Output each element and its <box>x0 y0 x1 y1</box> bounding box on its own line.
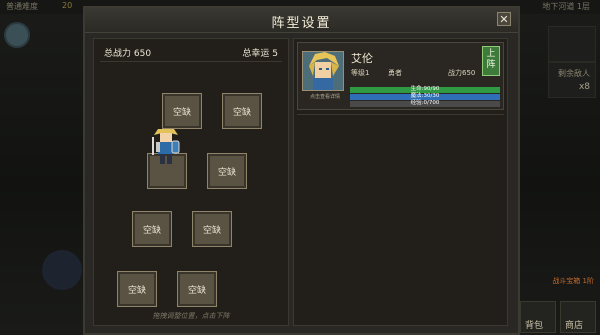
dungeon-floor-label: 地下河道 1层 <box>542 2 590 11</box>
backpack-label: 背包 <box>525 321 544 331</box>
coin-count: 20 <box>62 1 73 10</box>
hero-power: 战力650 <box>448 69 476 77</box>
total-luck-label: 总幸运 5 <box>242 49 278 59</box>
formation-slot[interactable]: 空缺 <box>117 271 157 307</box>
formation-hint: 拖拽调整位置，点击下阵 <box>152 312 230 320</box>
dialog-header: 阵型设置 ✕ <box>85 8 518 33</box>
formation-slot[interactable]: 空缺 <box>192 211 232 247</box>
formation-slot[interactable]: 空缺 <box>207 153 247 189</box>
hero-class: 勇者 <box>388 69 402 77</box>
hero-level: 等级1 <box>351 69 370 77</box>
exp-bar: 经验:0/700 <box>350 100 500 107</box>
formation-dialog: 阵型设置 ✕ 总战力 650 总幸运 5 空缺 空缺 空缺 空缺 空缺 空缺 空… <box>83 6 520 335</box>
battle-chest-label: 战斗宝箱 1阶 <box>552 277 594 285</box>
hero-name: 艾伦 <box>351 52 373 65</box>
formation-panel: 总战力 650 总幸运 5 空缺 空缺 空缺 空缺 空缺 空缺 空缺 拖拽调整位… <box>93 38 289 326</box>
divider <box>100 61 282 62</box>
mp-text: 魔法:30/30 <box>410 93 440 99</box>
difficulty-label: 普通难度 <box>6 2 38 11</box>
hero-sprite-icon[interactable] <box>148 125 184 167</box>
shop-label: 商店 <box>565 321 584 331</box>
exp-text: 经验:0/700 <box>410 100 440 106</box>
total-power-label: 总战力 650 <box>104 49 152 59</box>
formation-slot[interactable]: 空缺 <box>162 93 202 129</box>
remaining-enemies-count: x8 <box>578 82 590 92</box>
dialog-title: 阵型设置 <box>271 16 332 31</box>
deploy-button[interactable]: 上阵 <box>482 46 500 76</box>
hero-portrait[interactable] <box>302 51 344 91</box>
hero-portrait-icon <box>303 52 343 90</box>
formation-slot[interactable]: 空缺 <box>222 93 262 129</box>
divider <box>297 114 504 115</box>
joystick-area[interactable] <box>42 250 82 290</box>
formation-slot[interactable]: 空缺 <box>132 211 172 247</box>
hero-card[interactable]: 点击查看详情 艾伦 等级1 勇者 战力650 上阵 生命:90/90 魔法:30… <box>297 42 504 110</box>
remaining-enemies-label: 剩余敌人 <box>558 69 590 78</box>
hero-list-panel: 点击查看详情 艾伦 等级1 勇者 战力650 上阵 生命:90/90 魔法:30… <box>293 38 508 326</box>
player-avatar[interactable] <box>4 22 30 48</box>
side-minimap[interactable] <box>548 26 596 62</box>
formation-slot[interactable]: 空缺 <box>177 271 217 307</box>
portrait-caption: 点击查看详情 <box>309 94 340 100</box>
close-button[interactable]: ✕ <box>497 12 511 26</box>
hp-text: 生命:90/90 <box>410 86 440 92</box>
